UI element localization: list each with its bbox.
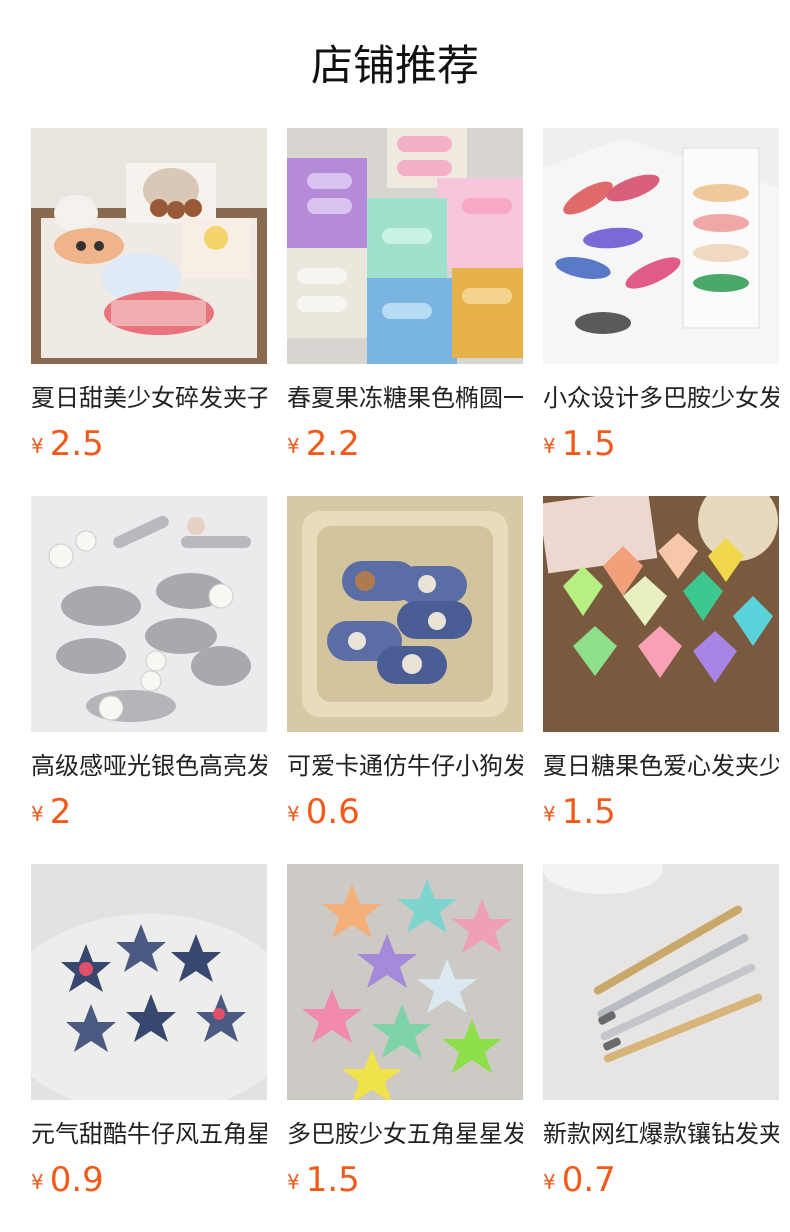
product-name[interactable]: 小众设计多巴胺少女发夹 <box>543 382 779 414</box>
currency-symbol: ¥ <box>543 1170 556 1194</box>
price-value: 1.5 <box>561 424 616 464</box>
price-value: 0.7 <box>561 1160 616 1200</box>
product-name[interactable]: 高级感哑光银色高亮发夹 <box>31 750 267 782</box>
product-price: ¥2.2 <box>287 424 523 464</box>
price-value: 2.2 <box>305 424 360 464</box>
product-price: ¥0.9 <box>31 1160 267 1200</box>
price-value: 0.9 <box>49 1160 104 1200</box>
page-title: 店铺推荐 <box>310 41 479 90</box>
currency-symbol: ¥ <box>287 434 300 458</box>
product-name[interactable]: 多巴胺少女五角星星发夹 <box>287 1118 523 1150</box>
product-image[interactable] <box>31 864 267 1100</box>
product-grid: 夏日甜美少女碎发夹子 ¥2.5 春夏果冻糖果色椭圆一 ¥ 2.2 小众设计多巴胺… <box>31 128 779 1232</box>
product-name[interactable]: 新款网红爆款镶钻发夹 <box>543 1118 779 1150</box>
product-card[interactable]: 高级感哑光银色高亮发夹 ¥2 <box>31 496 267 864</box>
product-name[interactable]: 元气甜酷牛仔风五角星发夹 <box>31 1118 267 1150</box>
product-image[interactable] <box>287 864 523 1100</box>
currency-symbol: ¥ <box>543 802 556 826</box>
product-image[interactable] <box>543 128 779 364</box>
product-price: ¥2 <box>31 792 267 832</box>
product-image[interactable] <box>287 128 523 364</box>
product-price: ¥0.7 <box>543 1160 779 1200</box>
product-image[interactable] <box>31 496 267 732</box>
currency-symbol: ¥ <box>31 1170 44 1194</box>
product-image[interactable] <box>31 128 267 364</box>
price-value: 2 <box>49 792 72 832</box>
product-name[interactable]: 春夏果冻糖果色椭圆一字夹 <box>287 382 523 414</box>
product-price: ¥1.5 <box>543 424 779 464</box>
currency-symbol: ¥ <box>287 802 300 826</box>
product-image[interactable] <box>543 864 779 1100</box>
product-name[interactable]: 夏日糖果色爱心发夹少女 <box>543 750 779 782</box>
price-value: 1.5 <box>561 792 616 832</box>
product-name[interactable]: 夏日甜美少女碎发夹子 <box>31 382 267 414</box>
product-card[interactable]: 多巴胺少女五角星星发夹 ¥1.5 <box>287 864 523 1232</box>
product-name[interactable]: 可爱卡通仿牛仔小狗发夹 <box>287 750 523 782</box>
price-value: 1.5 <box>305 1160 360 1200</box>
product-image[interactable] <box>287 496 523 732</box>
product-image[interactable] <box>543 496 779 732</box>
currency-symbol: ¥ <box>31 434 44 458</box>
product-card[interactable]: 夏日糖果色爱心发夹少女 ¥1.5 <box>543 496 779 864</box>
currency-symbol: ¥ <box>543 434 556 458</box>
product-card[interactable]: 新款网红爆款镶钻发夹 ¥0.7 <box>543 864 779 1232</box>
currency-symbol: ¥ <box>31 802 44 826</box>
product-price: ¥1.5 <box>543 792 779 832</box>
product-card[interactable]: 夏日甜美少女碎发夹子 ¥2.5 <box>31 128 267 496</box>
price-value: 2.5 <box>49 424 104 464</box>
product-price: ¥0.6 <box>287 792 523 832</box>
product-card[interactable]: 元气甜酷牛仔风五角星发夹 ¥0.9 <box>31 864 267 1232</box>
currency-symbol: ¥ <box>287 1170 300 1194</box>
product-card[interactable]: 春夏果冻糖果色椭圆一字夹 ¥2.2 <box>287 128 523 496</box>
product-card[interactable]: 小众设计多巴胺少女发夹 ¥1.5 <box>543 128 779 496</box>
product-price: ¥1.5 <box>287 1160 523 1200</box>
product-card[interactable]: 可爱卡通仿牛仔小狗发夹 ¥0.6 <box>287 496 523 864</box>
price-value: 0.6 <box>305 792 360 832</box>
product-price: ¥2.5 <box>31 424 267 464</box>
